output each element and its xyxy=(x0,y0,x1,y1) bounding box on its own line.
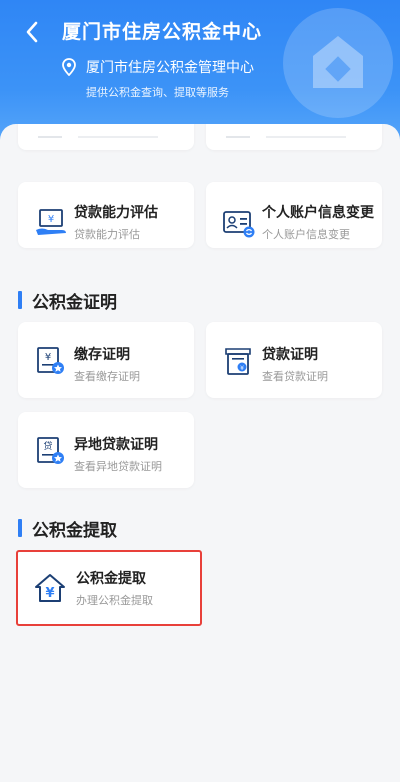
header-decoration xyxy=(283,8,393,118)
card-subtitle: 查看缴存证明 xyxy=(74,370,140,383)
card-title: 异地贷款证明 xyxy=(74,437,158,453)
deposit-certificate-icon: ¥ xyxy=(37,347,64,374)
card-title: 公积金提取 xyxy=(76,571,146,587)
card-cutoff-left[interactable] xyxy=(18,124,194,150)
section-text: 公积金证明 xyxy=(32,292,117,313)
svg-text:¥: ¥ xyxy=(48,214,54,225)
card-subtitle: 查看异地贷款证明 xyxy=(74,460,162,473)
header-subtitle: 提供公积金查询、提取等服务 xyxy=(86,86,229,99)
card-loan-assessment[interactable]: ¥ 贷款能力评估 贷款能力评估 xyxy=(18,182,194,248)
loan-assessment-icon: ¥ xyxy=(36,209,66,235)
house-yuan-icon: ¥ xyxy=(35,574,65,602)
section-title-certificate: 公积金证明 xyxy=(18,288,117,313)
org-row: 厦门市住房公积金管理中心 xyxy=(62,56,254,78)
back-button[interactable] xyxy=(18,18,46,46)
card-loan-certificate[interactable]: ¥ 贷款证明 查看贷款证明 xyxy=(206,322,382,398)
page-title: 厦门市住房公积金中心 xyxy=(62,21,263,43)
card-fund-withdraw[interactable]: ¥ 公积金提取 办理公积金提取 xyxy=(16,550,202,626)
card-title: 贷款能力评估 xyxy=(74,205,158,221)
card-cutoff-right[interactable] xyxy=(206,124,382,150)
svg-text:¥: ¥ xyxy=(240,365,244,372)
card-title: 个人账户信息变更 xyxy=(262,205,374,221)
card-subtitle: 查看贷款证明 xyxy=(262,370,328,383)
card-subtitle: 个人账户信息变更 xyxy=(262,228,350,241)
svg-text:¥: ¥ xyxy=(45,586,54,601)
chevron-left-icon xyxy=(26,21,38,43)
card-title: 贷款证明 xyxy=(262,347,318,363)
content-panel: ¥ 贷款能力评估 贷款能力评估 个人账户信息变更 个人账户信息变更 公积金证明 … xyxy=(0,124,400,782)
svg-text:贷: 贷 xyxy=(43,440,52,452)
card-title: 缴存证明 xyxy=(74,347,130,363)
house-icon xyxy=(313,36,363,88)
remote-loan-certificate-icon: 贷 xyxy=(37,437,64,464)
card-account-change[interactable]: 个人账户信息变更 个人账户信息变更 xyxy=(206,182,382,248)
section-title-withdraw: 公积金提取 xyxy=(18,516,117,541)
card-subtitle: 办理公积金提取 xyxy=(76,594,153,607)
card-deposit-certificate[interactable]: ¥ 缴存证明 查看缴存证明 xyxy=(18,322,194,398)
section-bar xyxy=(18,519,22,537)
account-change-icon xyxy=(223,211,255,238)
section-text: 公积金提取 xyxy=(32,520,117,541)
location-pin-icon xyxy=(62,58,76,76)
loan-certificate-icon: ¥ xyxy=(225,348,251,375)
org-name: 厦门市住房公积金管理中心 xyxy=(86,60,254,76)
card-subtitle: 贷款能力评估 xyxy=(74,228,140,241)
card-remote-loan-certificate[interactable]: 贷 异地贷款证明 查看异地贷款证明 xyxy=(18,412,194,488)
section-bar xyxy=(18,291,22,309)
svg-text:¥: ¥ xyxy=(45,352,51,363)
